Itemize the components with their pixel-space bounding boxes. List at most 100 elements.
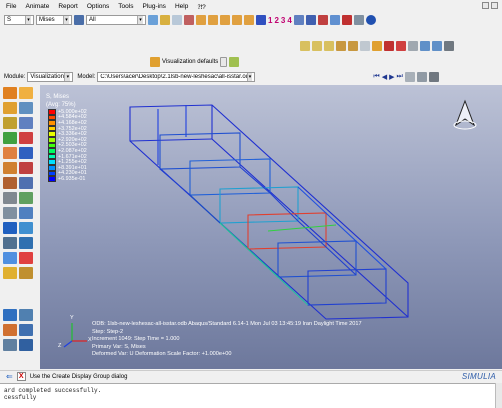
- render-filled-icon[interactable]: [324, 41, 334, 51]
- animate-icon[interactable]: [404, 72, 415, 82]
- menu-file[interactable]: File: [6, 3, 16, 10]
- zoom-box-icon[interactable]: [232, 15, 242, 25]
- arrow-icon[interactable]: [3, 252, 17, 264]
- display-options-icon[interactable]: [3, 192, 17, 204]
- last-frame-icon[interactable]: ⏭: [396, 73, 402, 81]
- axis-icon[interactable]: [256, 15, 266, 25]
- animate-scale-icon[interactable]: [3, 132, 17, 144]
- plot-symbols-icon[interactable]: [19, 102, 33, 114]
- plot-material-icon[interactable]: [3, 117, 17, 129]
- view-3-button[interactable]: 3: [281, 16, 285, 25]
- menu-options[interactable]: Options: [87, 3, 109, 10]
- layout-icon[interactable]: [432, 41, 442, 51]
- translate-icon[interactable]: [196, 15, 206, 25]
- layers-icon[interactable]: [3, 309, 17, 321]
- menu-tools[interactable]: Tools: [118, 3, 133, 10]
- movie-tool-icon[interactable]: [3, 339, 17, 351]
- cancel-icon[interactable]: X: [16, 372, 26, 381]
- render-hidden-icon[interactable]: [312, 41, 322, 51]
- viewport[interactable]: S, Mises (Avg: 75%) +5.000e+02 +4.584e+02…: [40, 85, 502, 369]
- previous-frame-icon[interactable]: ◀: [382, 73, 387, 81]
- menu-animate[interactable]: Animate: [25, 3, 49, 10]
- auto-fit-icon[interactable]: [244, 15, 254, 25]
- display-group-icon[interactable]: [19, 207, 33, 219]
- replace-icon[interactable]: [148, 15, 158, 25]
- message-scrollbar[interactable]: [495, 383, 502, 408]
- spreadsheet-icon[interactable]: [19, 237, 33, 249]
- variable-select[interactable]: Mises ▾: [36, 15, 72, 25]
- plot-contours-icon[interactable]: [3, 102, 17, 114]
- compass-icon[interactable]: [452, 99, 478, 133]
- view-1-button[interactable]: 1: [268, 16, 272, 25]
- list-icon[interactable]: [444, 41, 454, 51]
- xy-plot-icon[interactable]: [19, 252, 33, 264]
- pan-cross-icon[interactable]: [305, 15, 316, 25]
- display-group-select[interactable]: All ▾: [86, 15, 146, 25]
- stream-icon[interactable]: [19, 222, 33, 234]
- chevron-down-icon[interactable]: [220, 57, 228, 67]
- report-icon[interactable]: [3, 162, 17, 174]
- perspective-icon[interactable]: [348, 41, 358, 51]
- module-select[interactable]: Visualization ▾: [27, 72, 74, 82]
- visualization-defaults-label[interactable]: Visualization defaults: [162, 59, 218, 65]
- print-icon[interactable]: [19, 324, 33, 336]
- render-shaded-icon[interactable]: [336, 41, 346, 51]
- model-select[interactable]: C:\Users\acer\Desktop\2.1lsb-new-leshesa…: [97, 72, 256, 82]
- style-icon[interactable]: [229, 57, 240, 67]
- view-4-button[interactable]: 4: [287, 16, 291, 25]
- section-points-icon[interactable]: [19, 177, 33, 189]
- animate-time-icon[interactable]: [19, 132, 33, 144]
- render-wire-icon[interactable]: [300, 41, 310, 51]
- xy-data-icon[interactable]: [3, 147, 17, 159]
- field-output-tool-icon[interactable]: [3, 177, 17, 189]
- color-code-icon[interactable]: [372, 41, 382, 51]
- grid-icon[interactable]: [408, 41, 418, 51]
- remove-icon[interactable]: [172, 15, 182, 25]
- minimize-button[interactable]: [482, 2, 489, 9]
- iso-view-icon[interactable]: [293, 15, 304, 25]
- options-icon[interactable]: [396, 41, 406, 51]
- section-icon[interactable]: [360, 41, 370, 51]
- rotate-view-icon[interactable]: [317, 15, 328, 25]
- viewcut-manager-icon[interactable]: [3, 207, 17, 219]
- free-body-icon[interactable]: [3, 222, 17, 234]
- menu-plugins[interactable]: Plug-ins: [142, 3, 165, 10]
- menu-report[interactable]: Report: [58, 3, 78, 10]
- info-icon[interactable]: [365, 15, 376, 25]
- menu-whats-this[interactable]: ⁈?: [197, 3, 205, 11]
- pan-icon[interactable]: [220, 15, 230, 25]
- close-button[interactable]: [491, 2, 498, 9]
- first-frame-icon[interactable]: ⏮: [373, 73, 379, 81]
- view-2-button[interactable]: 2: [274, 16, 278, 25]
- odb-info-line-3: Increment 1049: Step Time = 1.000: [92, 336, 180, 342]
- tools-icon[interactable]: [19, 267, 33, 279]
- settings-icon[interactable]: [428, 72, 439, 82]
- plot-vectors-icon[interactable]: [19, 117, 33, 129]
- view-cut-icon[interactable]: [184, 15, 194, 25]
- table-icon[interactable]: [3, 237, 17, 249]
- model-select-value: C:\Users\acer\Desktop\2.1lsb-new-leshesa…: [100, 74, 247, 80]
- movie-icon[interactable]: [416, 72, 427, 82]
- query-tool-icon[interactable]: [19, 162, 33, 174]
- contour-options-icon[interactable]: [19, 192, 33, 204]
- overlay-icon[interactable]: [19, 309, 33, 321]
- zoom-fit-icon[interactable]: [341, 15, 352, 25]
- plot-undeformed-icon[interactable]: [3, 87, 17, 99]
- menu-help[interactable]: Help: [175, 3, 188, 10]
- camera-icon[interactable]: [3, 324, 17, 336]
- path-icon[interactable]: [19, 147, 33, 159]
- query-icon[interactable]: [384, 41, 394, 51]
- field-output-icon[interactable]: [74, 15, 84, 25]
- back-arrow-icon[interactable]: ⇐: [6, 372, 13, 381]
- plot-deformed-icon[interactable]: [19, 87, 33, 99]
- rotate-icon[interactable]: [208, 15, 218, 25]
- magnify-icon[interactable]: [329, 15, 340, 25]
- frame-icon[interactable]: [19, 339, 33, 351]
- next-frame-icon[interactable]: ▶: [389, 73, 394, 81]
- step-select[interactable]: S ▾: [4, 15, 34, 25]
- view-manager-icon[interactable]: [420, 41, 430, 51]
- cycle-icon[interactable]: [353, 15, 364, 25]
- chevron-down-icon: ▾: [64, 73, 71, 81]
- annotation-icon[interactable]: [3, 267, 17, 279]
- add-icon[interactable]: [160, 15, 170, 25]
